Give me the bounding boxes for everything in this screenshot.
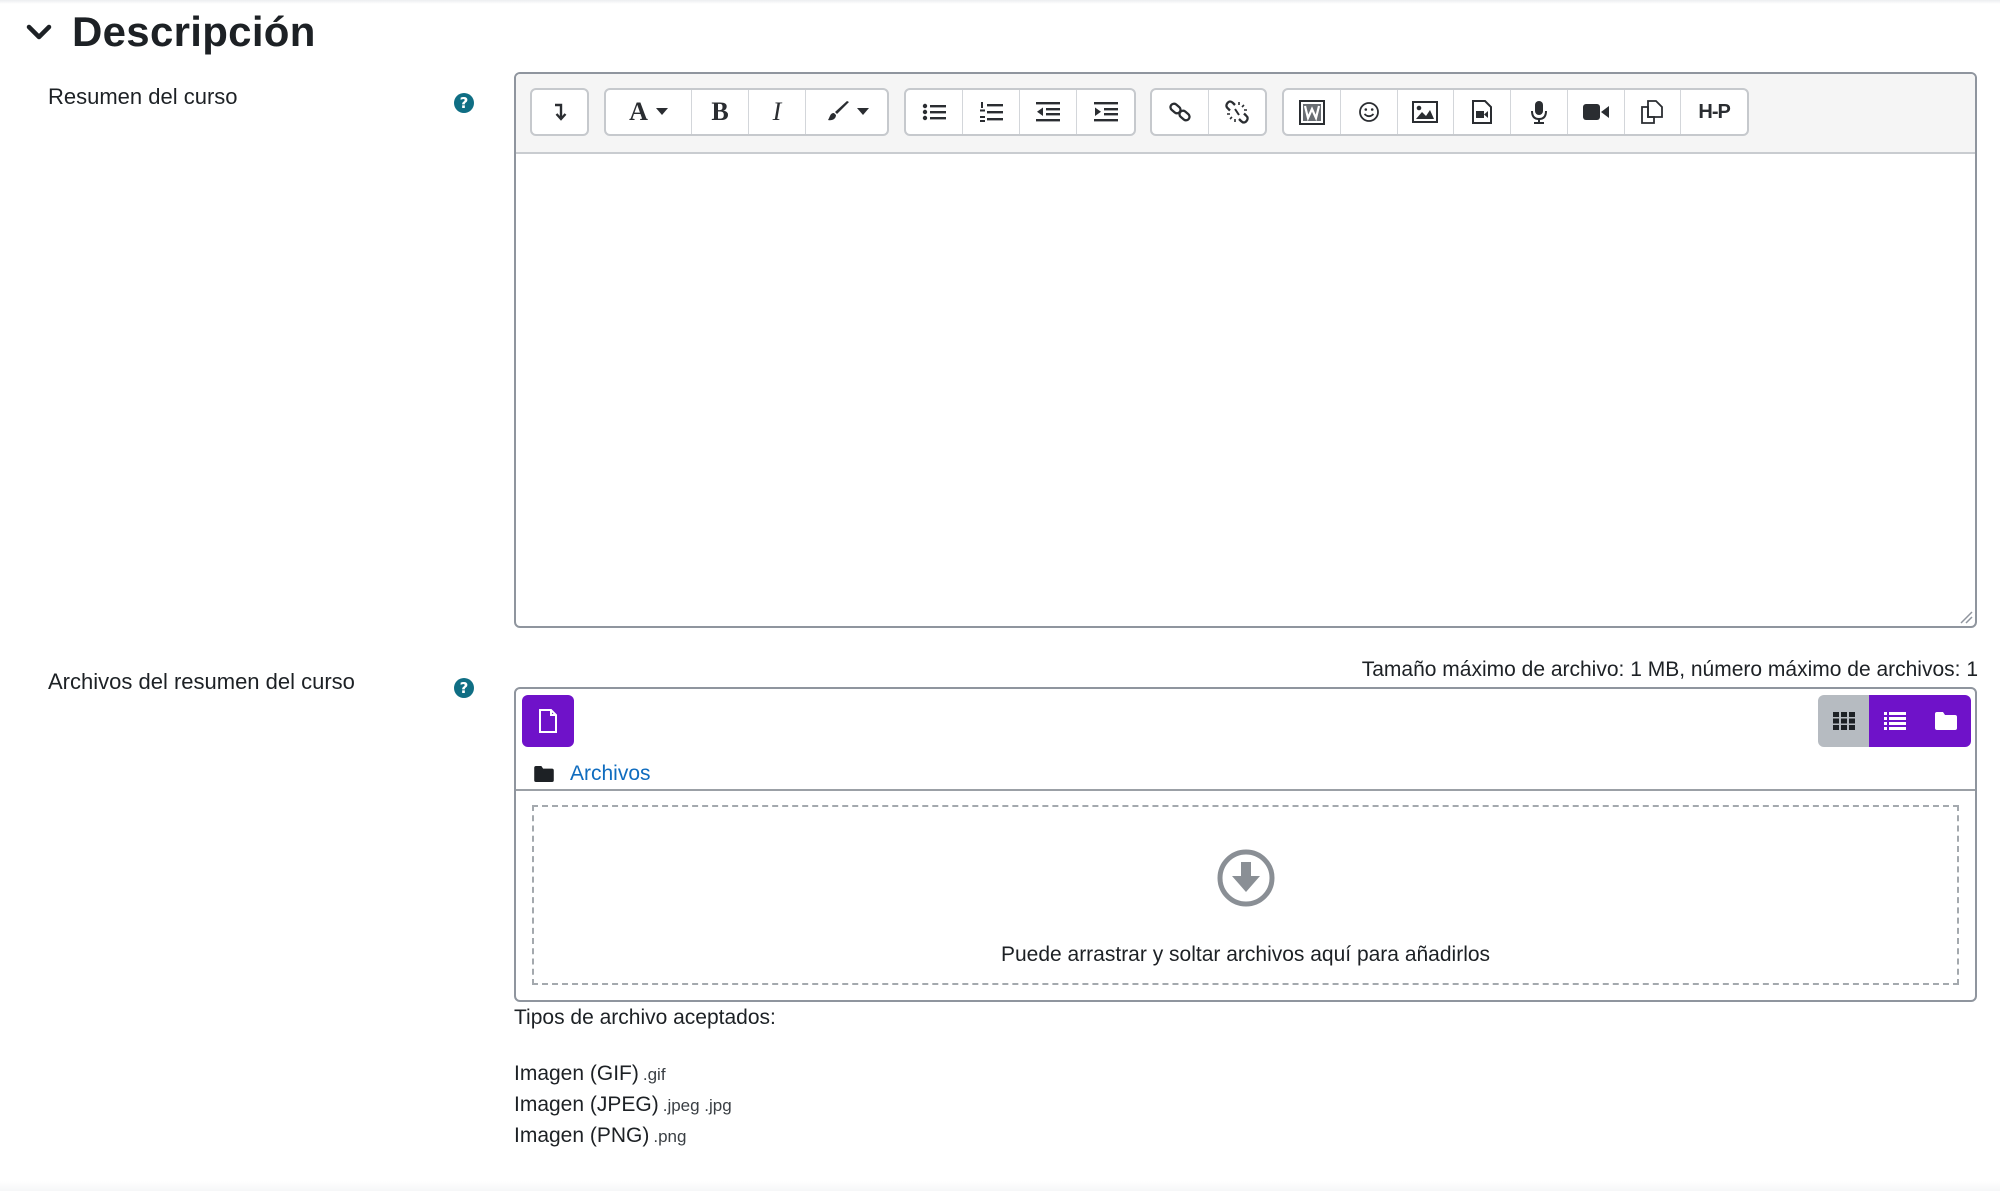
indent-icon — [1093, 102, 1118, 122]
breadcrumb: Archivos — [534, 759, 651, 789]
toolbar-group-expand — [530, 88, 589, 136]
file-type-name: Imagen (PNG) — [514, 1124, 650, 1147]
folder-icon — [1934, 712, 1957, 730]
image-button[interactable] — [1398, 90, 1455, 134]
file-type-ext: .png — [653, 1127, 687, 1146]
h5p-button[interactable]: H-P — [1681, 90, 1747, 134]
accepted-types-title: Tipos de archivo aceptados: — [514, 1006, 776, 1029]
emoji-button[interactable] — [1341, 90, 1398, 134]
numbered-list-button[interactable] — [963, 90, 1020, 134]
outdent-button[interactable] — [1020, 90, 1077, 134]
record-audio-button[interactable] — [1511, 90, 1568, 134]
file-dropzone[interactable]: Puede arrastrar y soltar archivos aquí p… — [532, 805, 1959, 985]
text-color-button[interactable] — [806, 90, 887, 134]
add-file-button[interactable] — [522, 695, 574, 747]
paintbrush-icon — [827, 101, 849, 121]
file-type-ext: .gif — [642, 1065, 666, 1084]
bold-icon: B — [711, 97, 729, 126]
section-title: Descripción — [72, 8, 316, 55]
summary-label: Resumen del curso — [48, 84, 238, 109]
file-icon — [539, 709, 557, 733]
help-icon[interactable]: ? — [454, 93, 474, 113]
help-icon[interactable]: ? — [454, 678, 474, 698]
files-label: Archivos del resumen del curso — [48, 669, 355, 694]
font-style-icon: A — [629, 97, 648, 126]
caret-down-icon — [655, 108, 668, 115]
view-switcher — [1818, 695, 1971, 747]
bullet-list-icon — [922, 103, 946, 121]
unlink-icon — [1224, 100, 1249, 124]
expand-toolbar-button[interactable] — [532, 90, 587, 134]
folder-icon — [534, 766, 554, 782]
rich-text-editor: A B I H-P — [514, 72, 1977, 628]
expand-arrow-icon — [554, 103, 566, 121]
bold-button[interactable]: B — [692, 90, 749, 134]
bottom-fade — [0, 1181, 2000, 1191]
italic-button[interactable]: I — [749, 90, 806, 134]
link-icon — [1169, 102, 1191, 122]
indent-button[interactable] — [1077, 90, 1134, 134]
media-button[interactable] — [1454, 90, 1511, 134]
image-icon — [1412, 101, 1439, 123]
chevron-down-icon — [26, 24, 52, 40]
grid-icon — [1832, 712, 1855, 730]
toolbar-group-lists — [904, 88, 1136, 136]
view-tree-button[interactable] — [1920, 695, 1971, 747]
dropzone-text: Puede arrastrar y soltar archivos aquí p… — [1000, 943, 1491, 966]
breadcrumb-archivos-link[interactable]: Archivos — [570, 762, 651, 786]
toolbar-group-links — [1150, 88, 1267, 136]
download-circle-icon — [1217, 849, 1274, 907]
italic-icon: I — [772, 97, 782, 126]
smiley-icon — [1358, 102, 1379, 122]
list-icon — [1883, 712, 1906, 730]
word-paste-icon — [1298, 100, 1325, 125]
file-type-name: Imagen (JPEG) — [514, 1093, 659, 1116]
editor-toolbar: A B I H-P — [516, 74, 1975, 154]
numbered-list-icon — [980, 102, 1003, 122]
link-button[interactable] — [1152, 90, 1209, 134]
file-type-ext: .jpeg .jpg — [662, 1096, 732, 1115]
section-toggle-descripcion[interactable]: Descripción — [24, 4, 316, 60]
toolbar-group-insert: H-P — [1282, 88, 1749, 136]
paste-word-button[interactable] — [1284, 90, 1341, 134]
font-style-button[interactable]: A — [606, 90, 692, 134]
record-video-button[interactable] — [1568, 90, 1625, 134]
files-copy-icon — [1641, 100, 1664, 124]
resize-handle-icon[interactable] — [1959, 610, 1973, 624]
view-icons-button[interactable] — [1818, 695, 1869, 747]
bullet-list-button[interactable] — [906, 90, 963, 134]
file-type-name: Imagen (GIF) — [514, 1062, 639, 1085]
h5p-icon: H-P — [1698, 100, 1730, 123]
outdent-icon — [1036, 102, 1060, 122]
media-file-icon — [1472, 100, 1493, 124]
divider — [516, 789, 1975, 791]
file-type-item: Imagen (JPEG) .jpeg .jpg — [514, 1093, 732, 1117]
file-type-item: Imagen (PNG) .png — [514, 1124, 686, 1148]
toolbar-group-format: A B I — [604, 88, 889, 136]
file-manager: Archivos Puede arrastrar y soltar archiv… — [514, 687, 1977, 1002]
file-type-item: Imagen (GIF) .gif — [514, 1062, 666, 1086]
max-file-size-text: Tamaño máximo de archivo: 1 MB, número m… — [1361, 658, 1978, 681]
view-list-button[interactable] — [1869, 695, 1920, 747]
summary-editor-content[interactable] — [516, 154, 1975, 626]
manage-files-button[interactable] — [1625, 90, 1682, 134]
video-camera-icon — [1582, 104, 1609, 120]
caret-down-icon — [856, 108, 869, 115]
unlink-button[interactable] — [1209, 90, 1266, 134]
microphone-icon — [1530, 101, 1547, 124]
